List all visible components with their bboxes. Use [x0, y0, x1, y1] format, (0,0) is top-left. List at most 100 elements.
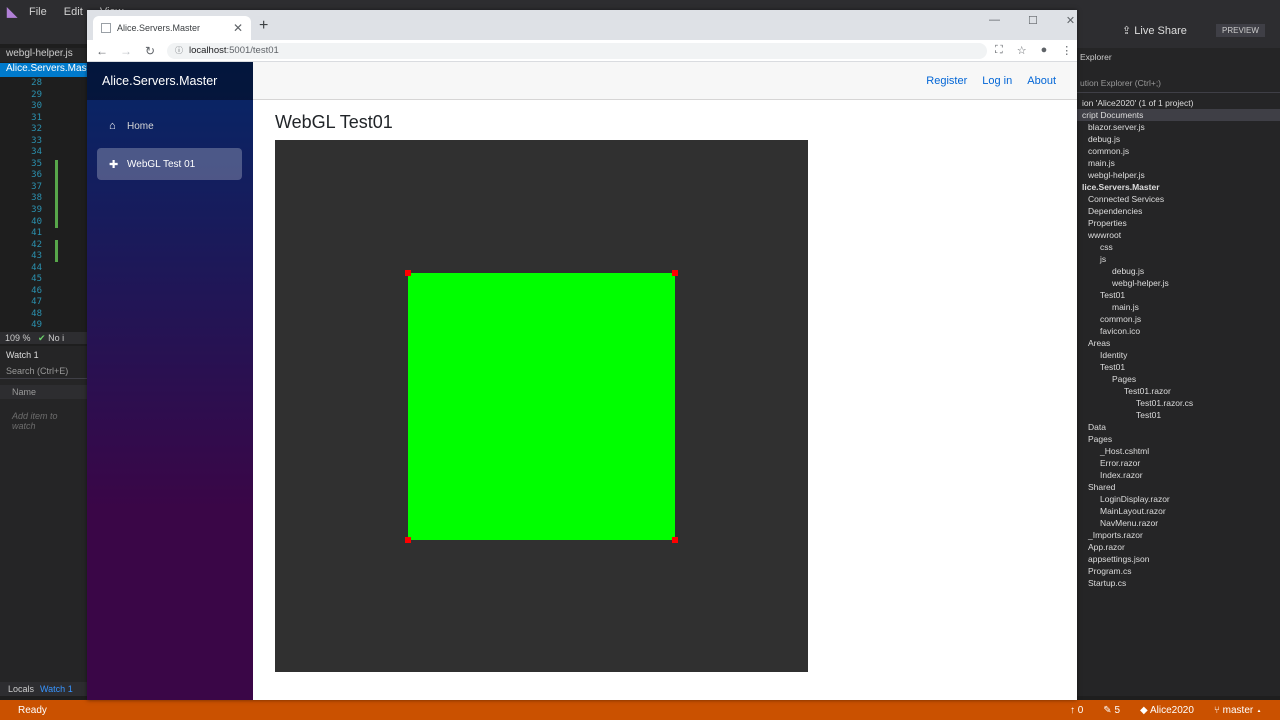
- tree-item[interactable]: debug.js: [1076, 133, 1280, 145]
- tree-item[interactable]: common.js: [1076, 145, 1280, 157]
- branch-name-label: master: [1222, 704, 1254, 716]
- tree-item[interactable]: Test01: [1076, 409, 1280, 421]
- tree-item[interactable]: Test01.razor: [1076, 385, 1280, 397]
- tree-item[interactable]: Pages: [1076, 373, 1280, 385]
- tree-item[interactable]: NavMenu.razor: [1076, 517, 1280, 529]
- tree-item[interactable]: cript Documents: [1076, 109, 1280, 121]
- tree-item[interactable]: webgl-helper.js: [1076, 169, 1280, 181]
- tree-item[interactable]: ion 'Alice2020' (1 of 1 project): [1076, 97, 1280, 109]
- tree-item[interactable]: lice.Servers.Master: [1076, 181, 1280, 193]
- address-bar[interactable]: ⓘ localhost:5001/test01: [167, 42, 987, 59]
- app-brand[interactable]: Alice.Servers.Master: [87, 62, 253, 100]
- register-link[interactable]: Register: [926, 75, 967, 87]
- line-number: 30: [31, 101, 42, 112]
- tree-item[interactable]: Test01: [1076, 361, 1280, 373]
- watch-add-item[interactable]: Add item to watch: [0, 399, 88, 443]
- tree-item[interactable]: Properties: [1076, 217, 1280, 229]
- tree-item[interactable]: _Imports.razor: [1076, 529, 1280, 541]
- new-tab-icon[interactable]: +: [259, 17, 268, 35]
- forward-arrow-icon[interactable]: →: [117, 44, 135, 58]
- vertex-marker: [405, 270, 411, 276]
- project-dropdown[interactable]: Alice.Servers.Master: [0, 63, 88, 77]
- tree-item[interactable]: js: [1076, 253, 1280, 265]
- push-count[interactable]: ↑ 0: [1070, 705, 1083, 716]
- browser-tab[interactable]: Alice.Servers.Master ✕: [93, 16, 251, 40]
- tab-locals[interactable]: Locals: [8, 682, 34, 696]
- repo-name[interactable]: ◆ Alice2020: [1140, 705, 1194, 716]
- line-number: 44: [31, 262, 42, 273]
- sidebar: Alice.Servers.Master ⌂ Home ✚ WebGL Test…: [87, 62, 253, 700]
- tree-item[interactable]: Pages: [1076, 433, 1280, 445]
- tree-item[interactable]: blazor.server.js: [1076, 121, 1280, 133]
- live-share-label: Live Share: [1134, 25, 1187, 37]
- browser-window-controls: — ☐ ✕: [989, 14, 1075, 27]
- doc-tab-webgl-helper[interactable]: webgl-helper.js: [0, 48, 88, 62]
- tree-item[interactable]: webgl-helper.js: [1076, 277, 1280, 289]
- tree-item[interactable]: main.js: [1076, 157, 1280, 169]
- tree-item[interactable]: debug.js: [1076, 265, 1280, 277]
- changes-count[interactable]: ✎ 5: [1103, 705, 1120, 716]
- nav-item-home[interactable]: ⌂ Home: [97, 110, 242, 142]
- nav-item-webgl-test-01[interactable]: ✚ WebGL Test 01: [97, 148, 242, 180]
- tree-item[interactable]: wwwroot: [1076, 229, 1280, 241]
- tree-item[interactable]: Dependencies: [1076, 205, 1280, 217]
- tree-item[interactable]: Areas: [1076, 337, 1280, 349]
- changes-count-label: 5: [1114, 704, 1121, 716]
- tree-item[interactable]: Identity: [1076, 349, 1280, 361]
- watch-search-input[interactable]: Search (Ctrl+E): [0, 364, 88, 379]
- line-number: 45: [31, 274, 42, 285]
- bookmark-star-icon[interactable]: ☆: [1017, 44, 1027, 57]
- line-number: 41: [31, 228, 42, 239]
- about-link[interactable]: About: [1027, 75, 1056, 87]
- webgl-canvas[interactable]: [275, 140, 808, 672]
- tree-item[interactable]: _Host.cshtml: [1076, 445, 1280, 457]
- live-share-button[interactable]: ⇪ Live Share: [1122, 24, 1187, 37]
- tree-item[interactable]: App.razor: [1076, 541, 1280, 553]
- line-number: 42: [31, 239, 42, 250]
- line-number: 29: [31, 89, 42, 100]
- branch-name[interactable]: ⑂ master ▴: [1214, 705, 1262, 716]
- minimize-icon[interactable]: —: [989, 14, 1000, 27]
- vertex-marker: [672, 537, 678, 543]
- translate-icon[interactable]: ⛶: [995, 44, 1003, 57]
- editor-zoom[interactable]: 109 % ✔ No i: [0, 332, 88, 344]
- nav-item-label: WebGL Test 01: [127, 158, 196, 170]
- tree-item[interactable]: Test01: [1076, 289, 1280, 301]
- green-quad: [408, 273, 675, 540]
- tree-item[interactable]: Error.razor: [1076, 457, 1280, 469]
- tree-item[interactable]: css: [1076, 241, 1280, 253]
- tree-item[interactable]: Index.razor: [1076, 469, 1280, 481]
- home-icon: ⌂: [109, 120, 116, 132]
- tree-item[interactable]: Shared: [1076, 481, 1280, 493]
- nav-item-label: Home: [127, 120, 154, 132]
- back-arrow-icon[interactable]: ←: [93, 44, 111, 58]
- profile-icon[interactable]: ●: [1041, 44, 1048, 57]
- info-icon[interactable]: ⓘ: [175, 45, 183, 56]
- explorer-search-input[interactable]: ution Explorer (Ctrl+;): [1076, 74, 1280, 93]
- tree-item[interactable]: LoginDisplay.razor: [1076, 493, 1280, 505]
- code-editor[interactable]: 28 29 30 31 32 33 34 35 36 37 38 39 40 41 42 43 44 45 46 47…: [0, 78, 88, 332]
- close-icon[interactable]: ✕: [1066, 14, 1075, 27]
- vs-menu-edit[interactable]: Edit: [64, 6, 83, 18]
- tree-item[interactable]: MainLayout.razor: [1076, 505, 1280, 517]
- maximize-icon[interactable]: ☐: [1028, 14, 1038, 27]
- tree-item[interactable]: common.js: [1076, 313, 1280, 325]
- reload-icon[interactable]: ↻: [141, 44, 159, 58]
- tree-item[interactable]: appsettings.json: [1076, 553, 1280, 565]
- tree-item[interactable]: favicon.ico: [1076, 325, 1280, 337]
- tree-item[interactable]: Startup.cs: [1076, 577, 1280, 589]
- login-link[interactable]: Log in: [982, 75, 1012, 87]
- menu-icon[interactable]: ⋮: [1061, 44, 1072, 57]
- issues-label: No i: [48, 333, 65, 343]
- tab-watch-1[interactable]: Watch 1: [40, 682, 73, 696]
- line-number: 28: [31, 78, 42, 88]
- tree-item[interactable]: Data: [1076, 421, 1280, 433]
- tree-item[interactable]: Connected Services: [1076, 193, 1280, 205]
- tree-item[interactable]: Test01.razor.cs: [1076, 397, 1280, 409]
- tree-item[interactable]: Program.cs: [1076, 565, 1280, 577]
- tree-item[interactable]: main.js: [1076, 301, 1280, 313]
- zoom-level: 109 %: [5, 333, 31, 343]
- solution-tree: ion 'Alice2020' (1 of 1 project) cript Do…: [1076, 97, 1280, 589]
- vs-menu-file[interactable]: File: [29, 6, 47, 18]
- close-tab-icon[interactable]: ✕: [233, 21, 243, 35]
